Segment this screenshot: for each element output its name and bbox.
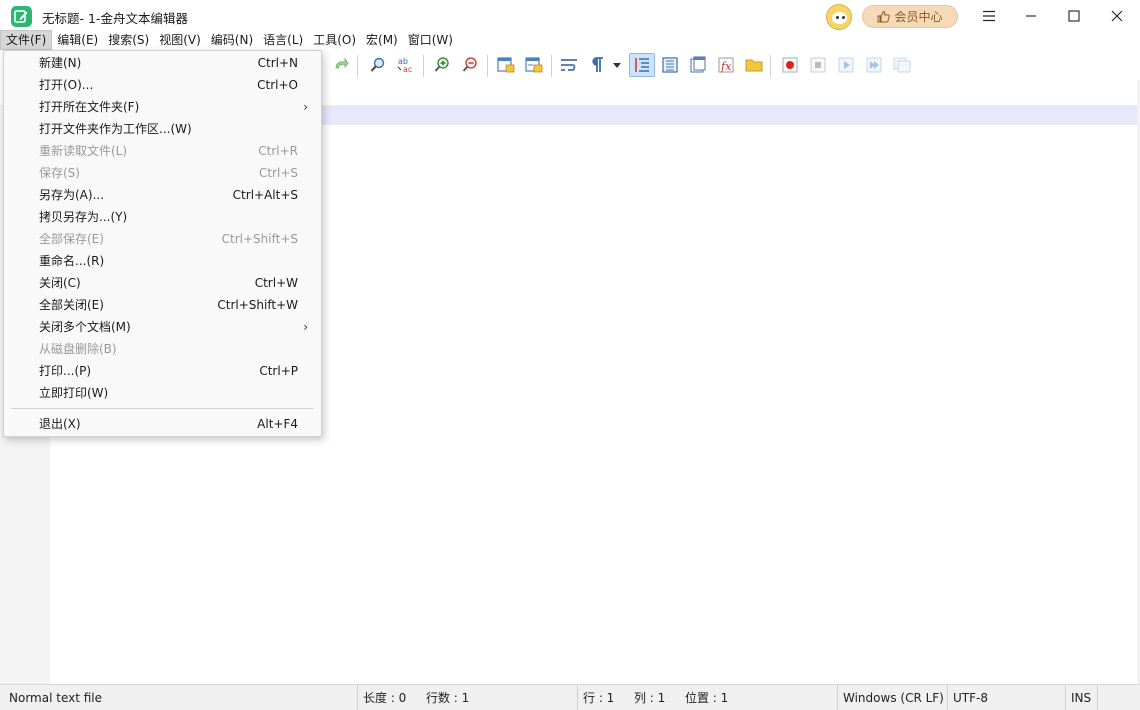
menu-item-rename[interactable]: 重命名...(R): [4, 250, 321, 272]
vip-label: 会员中心: [894, 10, 943, 24]
menu-item-open-containing-folder[interactable]: 打开所在文件夹(F) ›: [4, 96, 321, 118]
document-map-icon[interactable]: [658, 53, 682, 77]
status-length-lines: 长度 : 0 行数 : 1: [357, 685, 577, 710]
submenu-arrow-icon: ›: [303, 320, 308, 334]
window-title: 无标题- 1-金舟文本编辑器: [42, 11, 188, 26]
status-eol[interactable]: Windows (CR LF): [837, 685, 947, 710]
submenu-arrow-icon: ›: [303, 100, 308, 114]
status-empty: [1097, 685, 1140, 710]
menu-icon[interactable]: [967, 0, 1011, 32]
sync-horizontal-icon[interactable]: [522, 53, 546, 77]
status-file-type: Normal text file: [9, 691, 103, 705]
find-icon[interactable]: [366, 53, 390, 77]
run-macro-multiple-icon[interactable]: [862, 53, 886, 77]
word-wrap-icon[interactable]: [557, 53, 581, 77]
menu-item-print-now[interactable]: 立即打印(W): [4, 382, 321, 404]
menu-item-save: 保存(S) Ctrl+S: [39, 166, 298, 180]
menu-item-delete-from-disk: 从磁盘删除(B): [39, 342, 117, 356]
indent-guide-icon[interactable]: [629, 53, 655, 77]
menu-language[interactable]: 语言(L): [258, 30, 308, 50]
zoom-in-icon[interactable]: [430, 53, 454, 77]
replace-icon[interactable]: ab ac: [394, 53, 418, 77]
mascot-avatar-icon[interactable]: [826, 4, 852, 30]
menu-tools[interactable]: 工具(O): [308, 30, 361, 50]
file-menu-dropdown: 新建(N) Ctrl+N 打开(O)... Ctrl+O 打开所在文件夹(F) …: [3, 50, 322, 437]
status-length: 长度 : 0: [363, 691, 407, 705]
status-row: 行 : 1: [583, 691, 615, 705]
menu-item-close[interactable]: 关闭(C) Ctrl+W: [4, 272, 321, 294]
folder-workspace-icon[interactable]: [742, 53, 766, 77]
menu-view[interactable]: 视图(V): [154, 30, 206, 50]
menu-item-save-as[interactable]: 另存为(A)... Ctrl+Alt+S: [4, 184, 321, 206]
record-macro-icon[interactable]: [778, 53, 802, 77]
menu-item-save-copy-as[interactable]: 拷贝另存为...(Y): [4, 206, 321, 228]
menu-item-close-multiple[interactable]: 关闭多个文档(M) ›: [4, 316, 321, 338]
svg-text:ac: ac: [403, 65, 412, 74]
save-macro-icon[interactable]: [890, 53, 914, 77]
menu-divider: [11, 408, 314, 409]
menu-item-close-all[interactable]: 全部关闭(E) Ctrl+Shift+W: [4, 294, 321, 316]
menu-item-save-all: 全部保存(E) Ctrl+Shift+S: [39, 232, 298, 246]
sync-vertical-icon[interactable]: [494, 53, 518, 77]
menu-item-exit[interactable]: 退出(X) Alt+F4: [4, 413, 321, 435]
status-position: 行 : 1 列 : 1 位置 : 1: [577, 685, 837, 710]
app-logo-icon: [11, 6, 32, 27]
status-insert-mode[interactable]: INS: [1065, 685, 1097, 710]
dropdown-arrow-icon[interactable]: [609, 53, 625, 77]
minimize-icon[interactable]: [1009, 0, 1053, 32]
menu-item-reload: 重新读取文件(L) Ctrl+R: [39, 144, 298, 158]
menu-item-new[interactable]: 新建(N) Ctrl+N: [4, 52, 321, 74]
menu-macro[interactable]: 宏(M): [361, 30, 403, 50]
menu-item-open[interactable]: 打开(O)... Ctrl+O: [4, 74, 321, 96]
document-list-icon[interactable]: [686, 53, 710, 77]
title-bar: 无标题- 1-金舟文本编辑器 会员中心: [0, 0, 1140, 32]
svg-text:fx: fx: [720, 60, 732, 73]
status-encoding[interactable]: UTF-8: [947, 685, 1065, 710]
menu-search[interactable]: 搜索(S): [103, 30, 154, 50]
menu-item-open-folder-workspace[interactable]: 打开文件夹作为工作区...(W): [4, 118, 321, 140]
redo-icon[interactable]: [329, 53, 353, 77]
menu-window[interactable]: 窗口(W): [403, 30, 458, 50]
stop-macro-icon[interactable]: [806, 53, 830, 77]
menu-file[interactable]: 文件(F): [0, 30, 53, 50]
status-col: 列 : 1: [633, 691, 666, 705]
menu-item-print[interactable]: 打印...(P) Ctrl+P: [4, 360, 321, 382]
status-bar: Normal text file 长度 : 0 行数 : 1 行 : 1 列 :…: [0, 684, 1140, 710]
status-lines: 行数 : 1: [425, 691, 470, 705]
maximize-icon[interactable]: [1052, 0, 1096, 32]
menu-edit[interactable]: 编辑(E): [52, 30, 103, 50]
menu-bar: 文件(F) 编辑(E) 搜索(S) 视图(V) 编码(N) 语言(L) 工具(O…: [0, 30, 458, 50]
play-macro-icon[interactable]: [834, 53, 858, 77]
zoom-out-icon[interactable]: [458, 53, 482, 77]
show-all-chars-icon[interactable]: [585, 53, 609, 77]
thumbs-up-icon: [877, 10, 891, 23]
menu-encoding[interactable]: 编码(N): [206, 30, 258, 50]
status-pos: 位置 : 1: [684, 691, 729, 705]
vip-center-button[interactable]: 会员中心: [862, 5, 958, 28]
app-window: 无标题- 1-金舟文本编辑器 会员中心 文件(F) 编辑(E) 搜索(S) 视图…: [0, 0, 1140, 710]
close-icon[interactable]: [1095, 0, 1139, 32]
function-list-icon[interactable]: fx: [714, 53, 738, 77]
